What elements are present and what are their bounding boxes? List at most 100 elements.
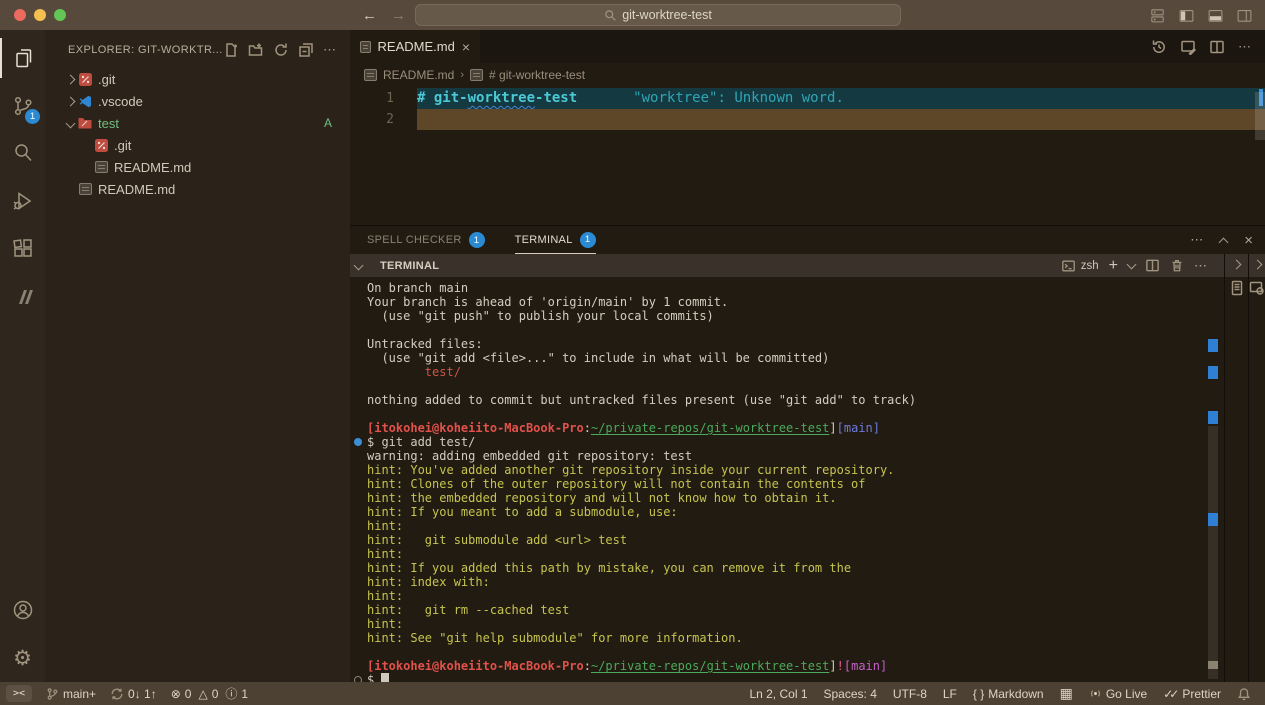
chevron-down-icon	[65, 118, 75, 128]
tree-item-git-folder[interactable]: .git	[45, 68, 350, 90]
command-center-search[interactable]: git-worktree-test	[415, 4, 901, 26]
sidebar-item-extensions[interactable]	[0, 229, 45, 269]
timeline-icon[interactable]	[1151, 39, 1167, 55]
terminal-line	[350, 323, 1206, 337]
maximize-panel-icon[interactable]	[1219, 237, 1229, 247]
cursor-position[interactable]: Ln 2, Col 1	[749, 687, 807, 701]
collapsed-task-view[interactable]	[1248, 254, 1265, 682]
problems-status[interactable]: ⊗0 △0 ⓘ1	[171, 685, 248, 702]
warning-icon: △	[198, 687, 207, 701]
spell-checker-badge: 1	[469, 232, 485, 248]
terminal-line: Untracked files:	[350, 337, 1206, 351]
terminal-line	[350, 407, 1206, 421]
terminal-line: hint: git submodule add <url> test	[350, 533, 1206, 547]
editor-more-actions-icon[interactable]: ⋯	[1238, 39, 1251, 55]
sidebar-item-explorer[interactable]	[0, 38, 45, 78]
split-terminal-icon[interactable]	[1145, 258, 1160, 273]
prettier-status[interactable]: ✓✓ Prettier	[1163, 687, 1221, 701]
tab-readme[interactable]: README.md ×	[350, 30, 480, 63]
sync-status[interactable]: 0↓ 1↑	[110, 687, 157, 701]
chevron-down-icon[interactable]	[354, 261, 364, 271]
close-panel-icon[interactable]: ×	[1244, 232, 1253, 249]
search-icon	[604, 9, 617, 22]
git-branch-status[interactable]: main+	[46, 687, 96, 701]
accounts-button[interactable]	[0, 590, 45, 630]
terminal-line: On branch main	[350, 281, 1206, 295]
tab-terminal[interactable]: TERMINAL 1	[515, 226, 596, 254]
customize-layout-icon[interactable]	[1149, 7, 1166, 24]
tree-item-label: .git	[98, 72, 115, 87]
tree-item-vscode-folder[interactable]: .vscode	[45, 90, 350, 112]
chevron-right-icon	[1252, 260, 1262, 270]
language-mode[interactable]: { } Markdown	[973, 687, 1044, 701]
editor-scrollbar[interactable]	[1255, 92, 1265, 140]
tree-item-nested-git[interactable]: .git	[45, 134, 350, 156]
breadcrumb-symbol[interactable]: # git-worktree-test	[489, 68, 585, 82]
tree-item-label: test	[98, 116, 119, 131]
breadcrumb-file[interactable]: README.md	[383, 68, 454, 82]
terminal-line: hint: Clones of the outer repository wil…	[350, 477, 1206, 491]
maximize-window-button[interactable]	[54, 9, 66, 21]
settings-button[interactable]: ⚙	[0, 638, 45, 678]
remote-indicator[interactable]: ><	[6, 685, 32, 702]
terminal-line: nothing added to commit but untracked fi…	[350, 393, 1206, 407]
collapse-all-icon[interactable]	[298, 42, 314, 58]
explorer-sidebar: EXPLORER: GIT-WORKTR... ⋯ .git .vscode	[45, 30, 350, 682]
broadcast-icon	[1089, 687, 1102, 700]
back-button[interactable]: ←	[362, 7, 377, 24]
terminal-output[interactable]: On branch mainYour branch is ahead of 'o…	[350, 277, 1206, 682]
encoding[interactable]: UTF-8	[893, 687, 927, 701]
command-decoration-mark	[1208, 411, 1218, 424]
views-more-actions-icon[interactable]: ⋯	[323, 42, 336, 58]
breadcrumb-separator: ›	[460, 69, 464, 81]
prompt-decoration-mark	[1208, 661, 1218, 669]
toggle-secondary-sidebar-icon[interactable]	[1236, 7, 1253, 24]
chevron-right-icon	[65, 74, 75, 84]
kill-terminal-icon[interactable]	[1170, 258, 1184, 273]
terminal-cursor	[381, 673, 389, 682]
collapsed-output-view[interactable]	[1224, 254, 1248, 682]
tree-item-test-folder[interactable]: test A	[45, 112, 350, 134]
tree-item-root-readme[interactable]: README.md	[45, 178, 350, 200]
sidebar-item-run-debug[interactable]	[0, 181, 45, 221]
terminal-scrollbar[interactable]	[1206, 226, 1220, 682]
open-preview-icon[interactable]	[1180, 39, 1196, 55]
refresh-icon[interactable]	[273, 42, 289, 58]
terminal-dropdown-icon[interactable]	[1127, 259, 1137, 269]
new-file-icon[interactable]	[223, 42, 239, 58]
toggle-panel-icon[interactable]	[1207, 7, 1224, 24]
sidebar-item-source-control[interactable]: 1	[0, 86, 45, 126]
split-editor-icon[interactable]	[1209, 39, 1225, 55]
new-terminal-icon[interactable]: +	[1109, 257, 1118, 275]
code-area[interactable]: 1 # git-worktree-test"worktree": Unknown…	[350, 88, 1265, 130]
close-window-button[interactable]	[14, 9, 26, 21]
go-live-button[interactable]: Go Live	[1089, 687, 1147, 701]
panel-more-actions-icon[interactable]: ⋯	[1190, 232, 1203, 248]
symbol-icon	[470, 69, 483, 81]
eol-sequence[interactable]: LF	[943, 687, 957, 701]
terminal-line: warning: adding embedded git repository:…	[350, 449, 1206, 463]
sidebar-item-custom-extension[interactable]	[0, 277, 45, 317]
toggle-primary-sidebar-icon[interactable]	[1178, 7, 1195, 24]
shell-label: zsh	[1081, 260, 1099, 272]
tree-item-label: .git	[114, 138, 131, 153]
terminal-line: hint:	[350, 547, 1206, 561]
tree-item-nested-readme[interactable]: README.md	[45, 156, 350, 178]
new-folder-icon[interactable]	[248, 42, 264, 58]
terminal-line: hint: the embedded repository and will n…	[350, 491, 1206, 505]
notifications-bell-icon[interactable]	[1237, 687, 1251, 701]
terminal-line: hint:	[350, 617, 1206, 631]
minimize-window-button[interactable]	[34, 9, 46, 21]
active-terminal-session[interactable]: zsh	[1061, 259, 1099, 273]
grid-extension-icon[interactable]: ▦	[1060, 686, 1073, 702]
tab-spell-checker[interactable]: SPELL CHECKER 1	[367, 226, 485, 254]
forward-button[interactable]: →	[391, 7, 406, 24]
branch-icon	[46, 687, 59, 701]
terminal-line: hint:	[350, 589, 1206, 603]
terminal-line: hint: If you added this path by mistake,…	[350, 561, 1206, 575]
sidebar-item-search[interactable]	[0, 133, 45, 173]
command-decoration-icon[interactable]	[354, 438, 362, 446]
close-tab-icon[interactable]: ×	[462, 39, 470, 55]
terminal-scrollbar-thumb[interactable]	[1208, 426, 1218, 679]
indentation[interactable]: Spaces: 4	[824, 687, 877, 701]
